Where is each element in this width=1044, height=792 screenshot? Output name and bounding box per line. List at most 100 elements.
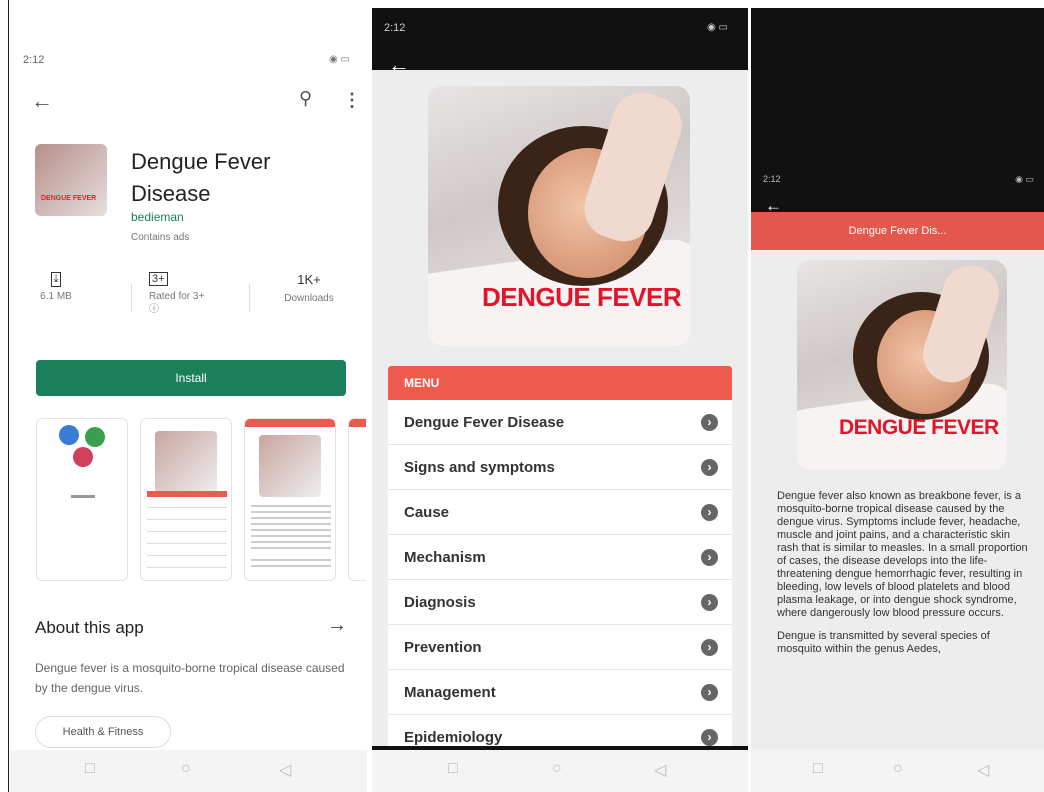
mini-text-line (251, 559, 331, 561)
mini-menu-bar (147, 491, 227, 497)
mini-text-line (251, 535, 331, 537)
menu-item-prevention[interactable]: Prevention › (388, 625, 732, 670)
status-time: 2:12 (763, 174, 781, 184)
divider (249, 284, 250, 312)
status-time: 2:12 (23, 54, 45, 66)
menu-item-mechanism[interactable]: Mechanism › (388, 535, 732, 580)
hero-image: DENGUE FEVER (797, 260, 1007, 470)
back-triangle-icon[interactable]: ◁ (977, 760, 989, 780)
play-store-panel: 2:12 ◉ ▭ ← ⚲ ⋮ DENGUE FEVER Dengue Fever… (8, 0, 367, 792)
app-content: DENGUE FEVER MENU Dengue Fever Disease ›… (372, 70, 748, 746)
chevron-right-icon: › (701, 414, 718, 431)
ads-note: Contains ads (131, 232, 190, 243)
article-body: Dengue fever also known as breakbone fev… (777, 490, 1031, 666)
logo-circle (59, 425, 79, 445)
system-navbar: □ ○ ◁ (9, 750, 367, 792)
home-icon[interactable]: ○ (552, 760, 562, 778)
rating-label[interactable]: Rated for 3+ ⓘ (149, 290, 209, 316)
chevron-right-icon: › (701, 549, 718, 566)
mini-text-line (251, 511, 331, 513)
back-triangle-icon[interactable]: ◁ (654, 760, 666, 780)
mini-row (147, 507, 227, 508)
mini-header (349, 419, 366, 427)
mini-text-line (251, 541, 331, 543)
status-icons: ◉ ▭ (329, 54, 350, 65)
about-description: Dengue fever is a mosquito-borne tropica… (35, 661, 345, 695)
app-stats: ⤓ 6.1 MB 3+ Rated for 3+ ⓘ 1K+ Downloads (31, 272, 351, 332)
chevron-right-icon: › (701, 504, 718, 521)
menu-item-label: Diagnosis (404, 594, 476, 611)
downloads-stat: 1K+ Downloads (269, 272, 349, 304)
chevron-right-icon: › (701, 459, 718, 476)
menu-item-label: Signs and symptoms (404, 459, 555, 476)
article-paragraph: Dengue is transmitted by several species… (777, 630, 990, 655)
more-vert-icon[interactable]: ⋮ (343, 90, 361, 111)
logo-circle (85, 427, 105, 447)
divider (131, 284, 132, 312)
mini-text-line (251, 547, 331, 549)
mini-row (147, 555, 227, 556)
downloads-count: 1K+ (297, 272, 321, 287)
screenshot-thumb[interactable] (244, 418, 336, 581)
screenshot-carousel[interactable] (36, 418, 366, 583)
mini-text-line (251, 565, 331, 567)
rating-stat: 3+ Rated for 3+ ⓘ (149, 272, 229, 316)
menu-item-label: Epidemiology (404, 729, 503, 746)
hero-caption: DENGUE FEVER (839, 416, 999, 439)
system-navbar: □ ○ ◁ (372, 750, 748, 792)
screenshot-collage: 2:12 ◉ ▭ ← ⚲ ⋮ DENGUE FEVER Dengue Fever… (0, 0, 1044, 792)
recents-icon[interactable]: □ (448, 760, 458, 778)
category-chip[interactable]: Health & Fitness (35, 716, 171, 748)
back-arrow-icon[interactable]: ← (31, 88, 53, 114)
hero-image: DENGUE FEVER (428, 86, 690, 346)
logo-circle (73, 447, 93, 467)
size-stat: ⤓ 6.1 MB (31, 272, 81, 302)
screenshot-thumb[interactable] (348, 418, 366, 581)
arrow-right-icon[interactable]: → (327, 614, 347, 637)
developer-link[interactable]: bedieman (131, 210, 184, 224)
recents-icon[interactable]: □ (85, 760, 95, 778)
menu-item-signs-and-symptoms[interactable]: Signs and symptoms › (388, 445, 732, 490)
about-heading[interactable]: About this app (35, 618, 144, 638)
screenshot-thumb[interactable] (36, 418, 128, 581)
menu-header: MENU (388, 366, 732, 400)
detail-panel: 2:12 ◉ ▭ ← Dengue Fever Dis... DENGUE FE… (751, 8, 1044, 792)
mini-text-line (251, 529, 331, 531)
app-icon: DENGUE FEVER (35, 144, 107, 216)
menu-item-label: Cause (404, 504, 450, 521)
menu-item-epidemiology[interactable]: Epidemiology › (388, 715, 732, 746)
app-title: Dengue Fever Disease (131, 149, 271, 206)
menu-item-label: Management (404, 684, 496, 701)
menu-item-cause[interactable]: Cause › (388, 490, 732, 535)
rating-badge: 3+ (149, 272, 168, 286)
home-icon[interactable]: ○ (181, 760, 191, 778)
downloads-label: Downloads (284, 293, 334, 304)
menu-item-label: Dengue Fever Disease (404, 414, 565, 431)
menu-list: MENU Dengue Fever Disease › Signs and sy… (388, 366, 732, 746)
menu-item-label: Prevention (404, 639, 482, 656)
menu-item-management[interactable]: Management › (388, 670, 732, 715)
detail-content[interactable]: DENGUE FEVER Dengue fever also known as … (751, 250, 1044, 750)
back-triangle-icon[interactable]: ◁ (279, 760, 291, 780)
chevron-right-icon: › (701, 729, 718, 746)
mini-header (245, 419, 335, 427)
hero-caption: DENGUE FEVER (482, 282, 682, 312)
mini-row (147, 567, 227, 568)
chevron-right-icon: › (701, 639, 718, 656)
install-button[interactable]: Install (36, 360, 346, 396)
status-icons: ◉ ▭ (1015, 174, 1034, 184)
menu-item-diagnosis[interactable]: Diagnosis › (388, 580, 732, 625)
recents-icon[interactable]: □ (813, 760, 823, 778)
system-navbar: □ ○ ◁ (751, 750, 1044, 792)
status-icons: ◉ ▭ (707, 22, 728, 33)
article-paragraph: Dengue fever also known as breakbone fev… (777, 490, 1028, 619)
mini-row (147, 519, 227, 520)
mini-row (147, 543, 227, 544)
screenshot-thumb[interactable] (140, 418, 232, 581)
mini-text-line (251, 517, 331, 519)
search-icon[interactable]: ⚲ (299, 88, 312, 109)
home-icon[interactable]: ○ (893, 760, 903, 778)
mini-row (147, 531, 227, 532)
menu-item-label: Mechanism (404, 549, 486, 566)
menu-item-dengue-fever-disease[interactable]: Dengue Fever Disease › (388, 400, 732, 445)
